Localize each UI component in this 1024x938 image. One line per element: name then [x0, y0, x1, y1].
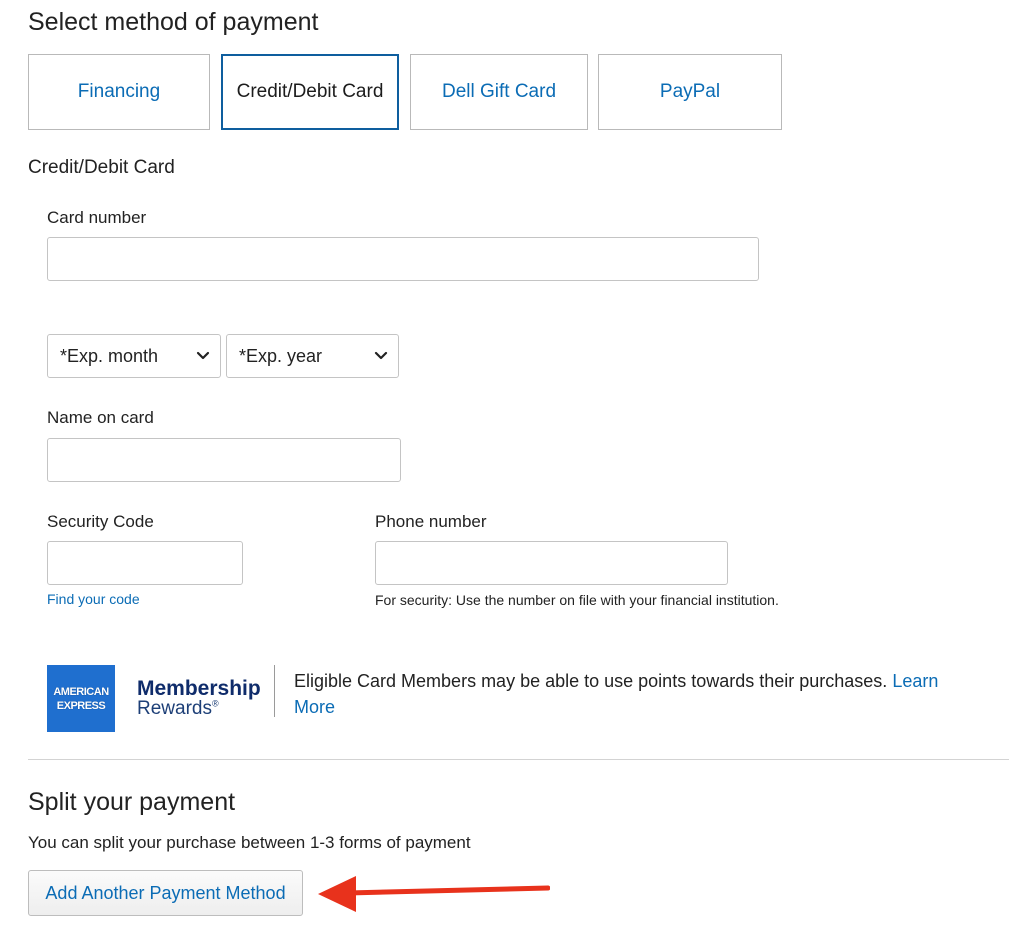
tab-label: Financing [77, 81, 161, 102]
exp-month-value: *Exp. month [60, 345, 159, 366]
learn-text: Learn [892, 671, 939, 691]
page-title: Select method of payment [28, 8, 319, 36]
tab-label: PayPal [659, 81, 721, 102]
section-divider [28, 759, 1009, 760]
security-code-label: Security Code [47, 512, 154, 531]
add-payment-method-label: Add Another Payment Method [45, 882, 286, 903]
chevron-down-icon [196, 351, 210, 360]
add-payment-method-button[interactable]: Add Another Payment Method [28, 870, 303, 916]
rewards-text: Rewards [137, 698, 212, 719]
find-your-code-link[interactable]: Find your code [47, 591, 140, 607]
tab-dell-gift-card[interactable]: Dell Gift Card [410, 54, 588, 130]
tab-label: Credit/Debit Card [236, 81, 384, 102]
rewards-subtitle: Rewards® [137, 698, 219, 720]
split-description: You can split your purchase between 1-3 … [28, 833, 471, 852]
split-title: Split your payment [28, 788, 236, 816]
phone-number-input[interactable] [375, 541, 728, 585]
security-code-input[interactable] [47, 541, 243, 585]
amex-text: Eligible Card Members may be able to use… [294, 671, 888, 691]
phone-number-label: Phone number [375, 512, 487, 531]
tab-paypal[interactable]: PayPal [598, 54, 782, 130]
card-number-label: Card number [47, 208, 147, 227]
exp-year-select[interactable]: *Exp. year [226, 334, 399, 378]
amex-description: Eligible Card Members may be able to use… [294, 668, 964, 720]
amex-logo-line2: EXPRESS [56, 699, 106, 712]
exp-month-select[interactable]: *Exp. month [47, 334, 221, 378]
tab-financing[interactable]: Financing [28, 54, 210, 130]
name-on-card-input[interactable] [47, 438, 401, 482]
registered-mark: ® [211, 698, 219, 709]
tab-label: Dell Gift Card [441, 81, 557, 102]
tab-credit-debit-card[interactable]: Credit/Debit Card [221, 54, 399, 130]
amex-logo-line1: AMERICAN [53, 685, 109, 698]
section-title: Credit/Debit Card [28, 157, 175, 178]
arrow-left-icon [318, 876, 550, 912]
amex-logo: AMERICAN EXPRESS [47, 665, 115, 732]
chevron-down-icon [374, 351, 388, 360]
vertical-divider [274, 665, 275, 717]
card-number-input[interactable] [47, 237, 759, 281]
name-on-card-label: Name on card [47, 408, 154, 427]
more-text: More [294, 697, 336, 717]
exp-year-value: *Exp. year [239, 345, 323, 366]
phone-hint: For security: Use the number on file wit… [375, 592, 779, 608]
